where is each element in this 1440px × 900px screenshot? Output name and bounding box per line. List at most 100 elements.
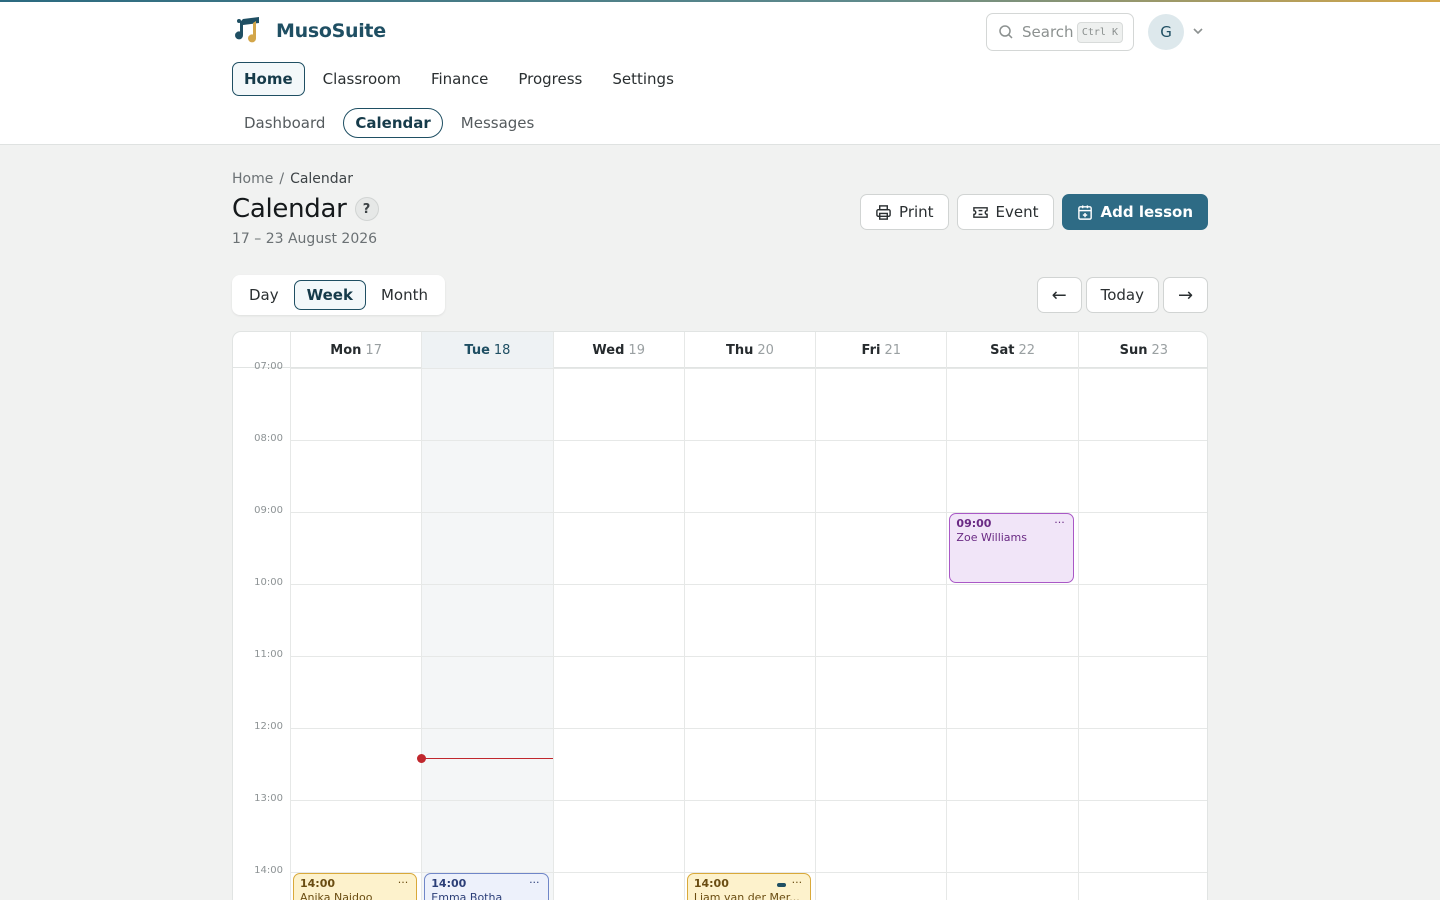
day-name: Sun bbox=[1119, 342, 1148, 358]
event-button[interactable]: Event bbox=[956, 194, 1054, 230]
grid-hour-line bbox=[290, 800, 1207, 801]
day-header-thu[interactable]: Thu 20 bbox=[683, 332, 815, 368]
day-header-sun[interactable]: Sun 23 bbox=[1077, 332, 1207, 368]
breadcrumb-separator: / bbox=[279, 171, 285, 187]
add-lesson-label: Add lesson bbox=[1100, 203, 1193, 221]
lesson-event[interactable]: 14:00 Emma Botha ··· bbox=[424, 873, 549, 900]
day-number: 22 bbox=[1018, 342, 1036, 358]
sub-nav-calendar[interactable]: Calendar bbox=[343, 108, 443, 138]
day-header-mon[interactable]: Mon 17 bbox=[290, 332, 421, 368]
event-time: 14:00 bbox=[431, 877, 467, 890]
grid-hour-line bbox=[290, 368, 1207, 369]
calendar-day-header: Mon 17 Tue 18 Wed 19 Thu 20 Fri 21 Sat 22 Sun 23 bbox=[233, 332, 1207, 368]
lesson-event[interactable]: 09:00 Zoe Williams ··· bbox=[949, 513, 1074, 583]
app-header: MusoSuite Search Ctrl K G Home Classroom… bbox=[0, 2, 1440, 145]
view-month[interactable]: Month bbox=[368, 280, 441, 310]
day-number: 17 bbox=[365, 342, 382, 358]
day-number: 20 bbox=[757, 342, 774, 358]
grid-column-divider bbox=[683, 368, 685, 900]
grid-column-divider bbox=[552, 368, 554, 900]
day-number: 19 bbox=[628, 342, 645, 358]
grid-column-divider bbox=[815, 368, 817, 900]
event-label: Event bbox=[995, 203, 1039, 221]
day-number: 18 bbox=[493, 342, 511, 358]
hour-label: 11:00 bbox=[254, 649, 283, 660]
lesson-event[interactable]: 14:00 Liam van der Mer... ··· bbox=[686, 873, 812, 900]
grid-column-divider bbox=[1077, 368, 1079, 900]
event-more-icon[interactable]: ··· bbox=[1054, 516, 1065, 529]
week-calendar: Mon 17 Tue 18 Wed 19 Thu 20 Fri 21 Sat 22 Sun 23 07:0… bbox=[232, 331, 1208, 900]
sub-nav-messages[interactable]: Messages bbox=[449, 108, 547, 138]
calendar-plus-icon bbox=[1077, 204, 1092, 220]
main-nav-settings[interactable]: Settings bbox=[600, 62, 686, 96]
print-label: Print bbox=[899, 203, 934, 221]
ticket-icon bbox=[972, 206, 988, 218]
chevron-down-icon[interactable] bbox=[1191, 24, 1205, 38]
grid-hour-line bbox=[290, 584, 1207, 585]
event-more-icon[interactable]: ··· bbox=[792, 876, 803, 889]
day-name: Fri bbox=[861, 342, 881, 358]
help-icon[interactable]: ? bbox=[354, 197, 379, 221]
current-time-line bbox=[421, 758, 553, 760]
lesson-event[interactable]: 14:00 Anika Naidoo ··· bbox=[293, 873, 418, 900]
brand-name: MusoSuite bbox=[276, 20, 386, 42]
view-day[interactable]: Day bbox=[236, 280, 292, 310]
day-header-fri[interactable]: Fri 21 bbox=[815, 332, 946, 368]
next-week-button[interactable]: → bbox=[1163, 277, 1208, 313]
grid-column-divider bbox=[421, 368, 423, 900]
page-title-row: Calendar ? bbox=[232, 194, 379, 224]
event-student-name: Anika Naidoo bbox=[300, 891, 373, 900]
event-more-icon[interactable]: ··· bbox=[398, 876, 409, 889]
main-nav-classroom[interactable]: Classroom bbox=[311, 62, 413, 96]
event-student-name: Emma Botha bbox=[431, 891, 503, 900]
main-nav-home[interactable]: Home bbox=[232, 62, 305, 96]
today-column-highlight bbox=[421, 368, 553, 900]
day-name: Sat bbox=[990, 342, 1015, 358]
breadcrumb-home[interactable]: Home bbox=[232, 171, 273, 187]
day-number: 21 bbox=[884, 342, 902, 358]
main-nav-finance[interactable]: Finance bbox=[419, 62, 500, 96]
page-title: Calendar bbox=[232, 194, 347, 224]
hour-label: 09:00 bbox=[254, 505, 283, 516]
event-time: 14:00 bbox=[693, 877, 729, 890]
event-student-name: Liam van der Mer... bbox=[693, 891, 800, 900]
hour-label: 14:00 bbox=[254, 865, 283, 876]
previous-week-button[interactable]: ← bbox=[1036, 277, 1082, 313]
sub-nav: Dashboard Calendar Messages bbox=[232, 108, 552, 138]
printer-icon bbox=[876, 204, 891, 220]
day-name: Wed bbox=[592, 342, 625, 358]
print-button[interactable]: Print bbox=[860, 194, 949, 230]
add-lesson-button[interactable]: Add lesson bbox=[1061, 194, 1208, 230]
grid-hour-line bbox=[290, 440, 1207, 441]
day-name: Tue bbox=[464, 342, 490, 358]
view-toggle: Day Week Month bbox=[232, 275, 445, 315]
view-week[interactable]: Week bbox=[293, 280, 366, 310]
event-status-indicator bbox=[777, 883, 787, 887]
day-header-tue[interactable]: Tue 18 bbox=[421, 332, 553, 368]
music-note-logo-icon bbox=[235, 17, 259, 43]
main-nav-progress[interactable]: Progress bbox=[506, 62, 594, 96]
grid-hour-line bbox=[290, 656, 1207, 657]
day-header-wed[interactable]: Wed 19 bbox=[552, 332, 684, 368]
breadcrumb: Home / Calendar bbox=[232, 171, 353, 187]
event-more-icon[interactable]: ··· bbox=[529, 876, 540, 889]
search-shortcut-badge: Ctrl K bbox=[1076, 21, 1123, 43]
day-name: Thu bbox=[726, 342, 754, 358]
day-header-sat[interactable]: Sat 22 bbox=[946, 332, 1077, 368]
today-button[interactable]: Today bbox=[1085, 277, 1159, 313]
hour-label: 12:00 bbox=[254, 721, 283, 732]
grid-column-divider bbox=[290, 368, 291, 900]
search-placeholder: Search bbox=[1022, 23, 1074, 41]
event-time: 14:00 bbox=[300, 877, 336, 890]
main-nav: Home Classroom Finance Progress Settings bbox=[232, 62, 692, 96]
page-actions: Print Event Add lesson bbox=[860, 194, 1208, 230]
event-student-name: Zoe Williams bbox=[956, 531, 1027, 544]
hour-label: 07:00 bbox=[254, 361, 283, 372]
grid-column-divider bbox=[946, 368, 948, 900]
event-time: 09:00 bbox=[956, 517, 992, 530]
search-input[interactable]: Search Ctrl K bbox=[986, 13, 1134, 51]
sub-nav-dashboard[interactable]: Dashboard bbox=[232, 108, 337, 138]
logo[interactable]: MusoSuite bbox=[234, 15, 386, 47]
user-avatar[interactable]: G bbox=[1148, 14, 1184, 50]
day-name: Mon bbox=[330, 342, 362, 358]
